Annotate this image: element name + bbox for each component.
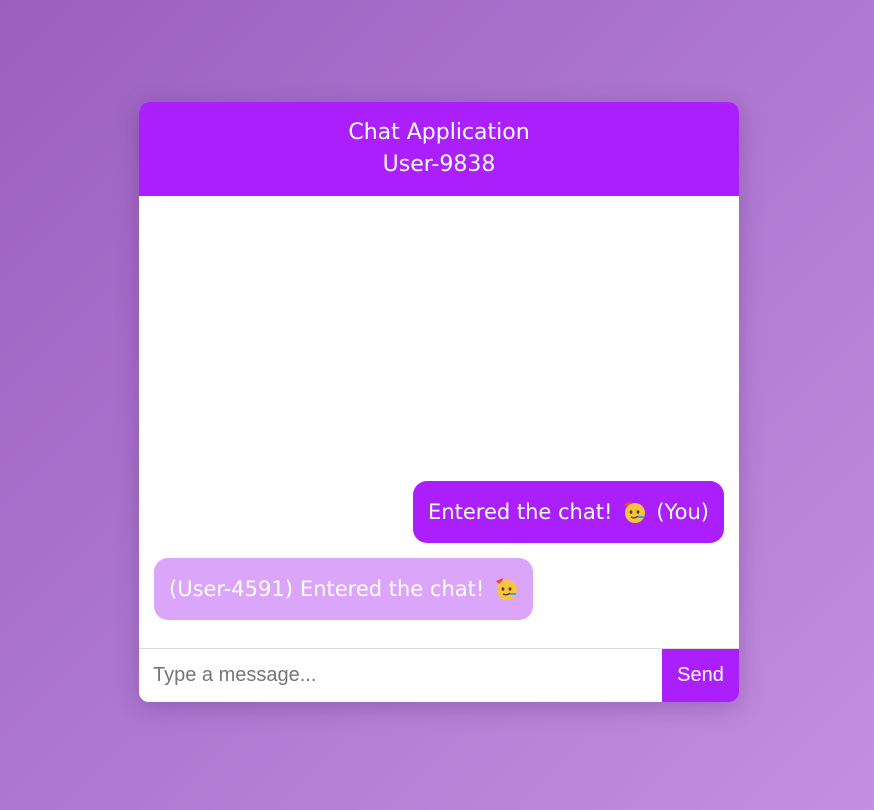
- message-text: Entered the chat!: [428, 500, 613, 524]
- party-face-icon: [624, 501, 646, 523]
- chat-header: Chat Application User-9838: [139, 102, 739, 196]
- chat-window: Chat Application User-9838 Entered the c…: [139, 102, 739, 702]
- chat-title: Chat Application: [348, 120, 530, 145]
- message-bubble-other: (User-4591) Entered the chat!: [154, 558, 534, 620]
- message-composer: Send: [139, 648, 739, 702]
- message-input[interactable]: [139, 649, 662, 702]
- message-sender-tag: (User-4591): [169, 577, 293, 601]
- message-sender-tag: (You): [656, 500, 709, 524]
- current-user-name: User-9838: [382, 152, 496, 177]
- party-face-icon: [496, 578, 518, 600]
- message-list[interactable]: Entered the chat! (You) (User-4591) Ente…: [139, 196, 739, 648]
- message-text: Entered the chat!: [299, 577, 485, 601]
- message-bubble-self: Entered the chat! (You): [413, 481, 724, 543]
- send-button[interactable]: Send: [662, 649, 739, 702]
